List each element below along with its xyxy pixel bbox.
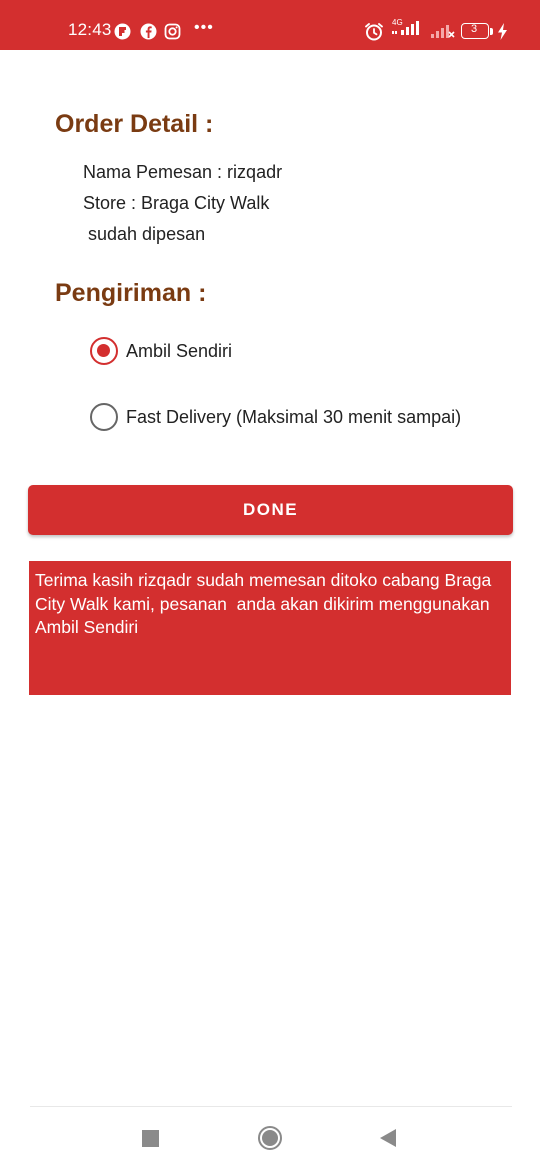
flipboard-app-icon <box>114 22 131 40</box>
shipping-option-fast-delivery[interactable]: Fast Delivery (Maksimal 30 menit sampai) <box>90 403 461 431</box>
store-line: Store : Braga City Walk <box>83 193 270 213</box>
confirmation-message: Terima kasih rizqadr sudah memesan ditok… <box>29 561 511 695</box>
back-button[interactable] <box>376 1126 400 1150</box>
signal-4g-icon: 4G <box>391 18 425 36</box>
facebook-icon <box>140 22 157 40</box>
recent-apps-button[interactable] <box>138 1126 162 1150</box>
instagram-icon <box>164 22 181 40</box>
battery-level: 3 <box>470 23 478 35</box>
shipping-option-label: Fast Delivery (Maksimal 30 menit sampai) <box>126 406 462 427</box>
radio-button-unchecked[interactable] <box>90 403 118 431</box>
shipping-option-label: Ambil Sendiri <box>126 340 233 361</box>
signal-no-service-icon <box>428 22 456 40</box>
circle-home-icon <box>258 1126 282 1150</box>
customer-name-line: Nama Pemesan : rizqadr <box>83 162 283 182</box>
radio-button-checked[interactable] <box>90 337 118 365</box>
done-button[interactable]: DONE <box>28 485 513 535</box>
status-time: 12:43 <box>68 20 112 39</box>
more-notifications-icon: ••• <box>194 19 214 36</box>
alarm-icon <box>364 22 384 40</box>
triangle-back-icon <box>380 1129 396 1147</box>
shipping-title: Pengiriman : <box>55 279 207 307</box>
order-detail-title: Order Detail : <box>55 110 214 138</box>
charging-bolt-icon <box>497 22 508 40</box>
square-icon <box>141 1129 159 1147</box>
nav-divider <box>30 1106 512 1107</box>
status-bar: 12:43 ••• 4G 3 <box>0 0 540 50</box>
home-button[interactable] <box>256 1124 284 1152</box>
battery-icon: 3 <box>461 22 493 40</box>
network-type-label: 4G <box>392 18 403 27</box>
order-status-line: sudah dipesan <box>83 224 206 244</box>
shipping-option-ambil-sendiri[interactable]: Ambil Sendiri <box>90 337 232 365</box>
